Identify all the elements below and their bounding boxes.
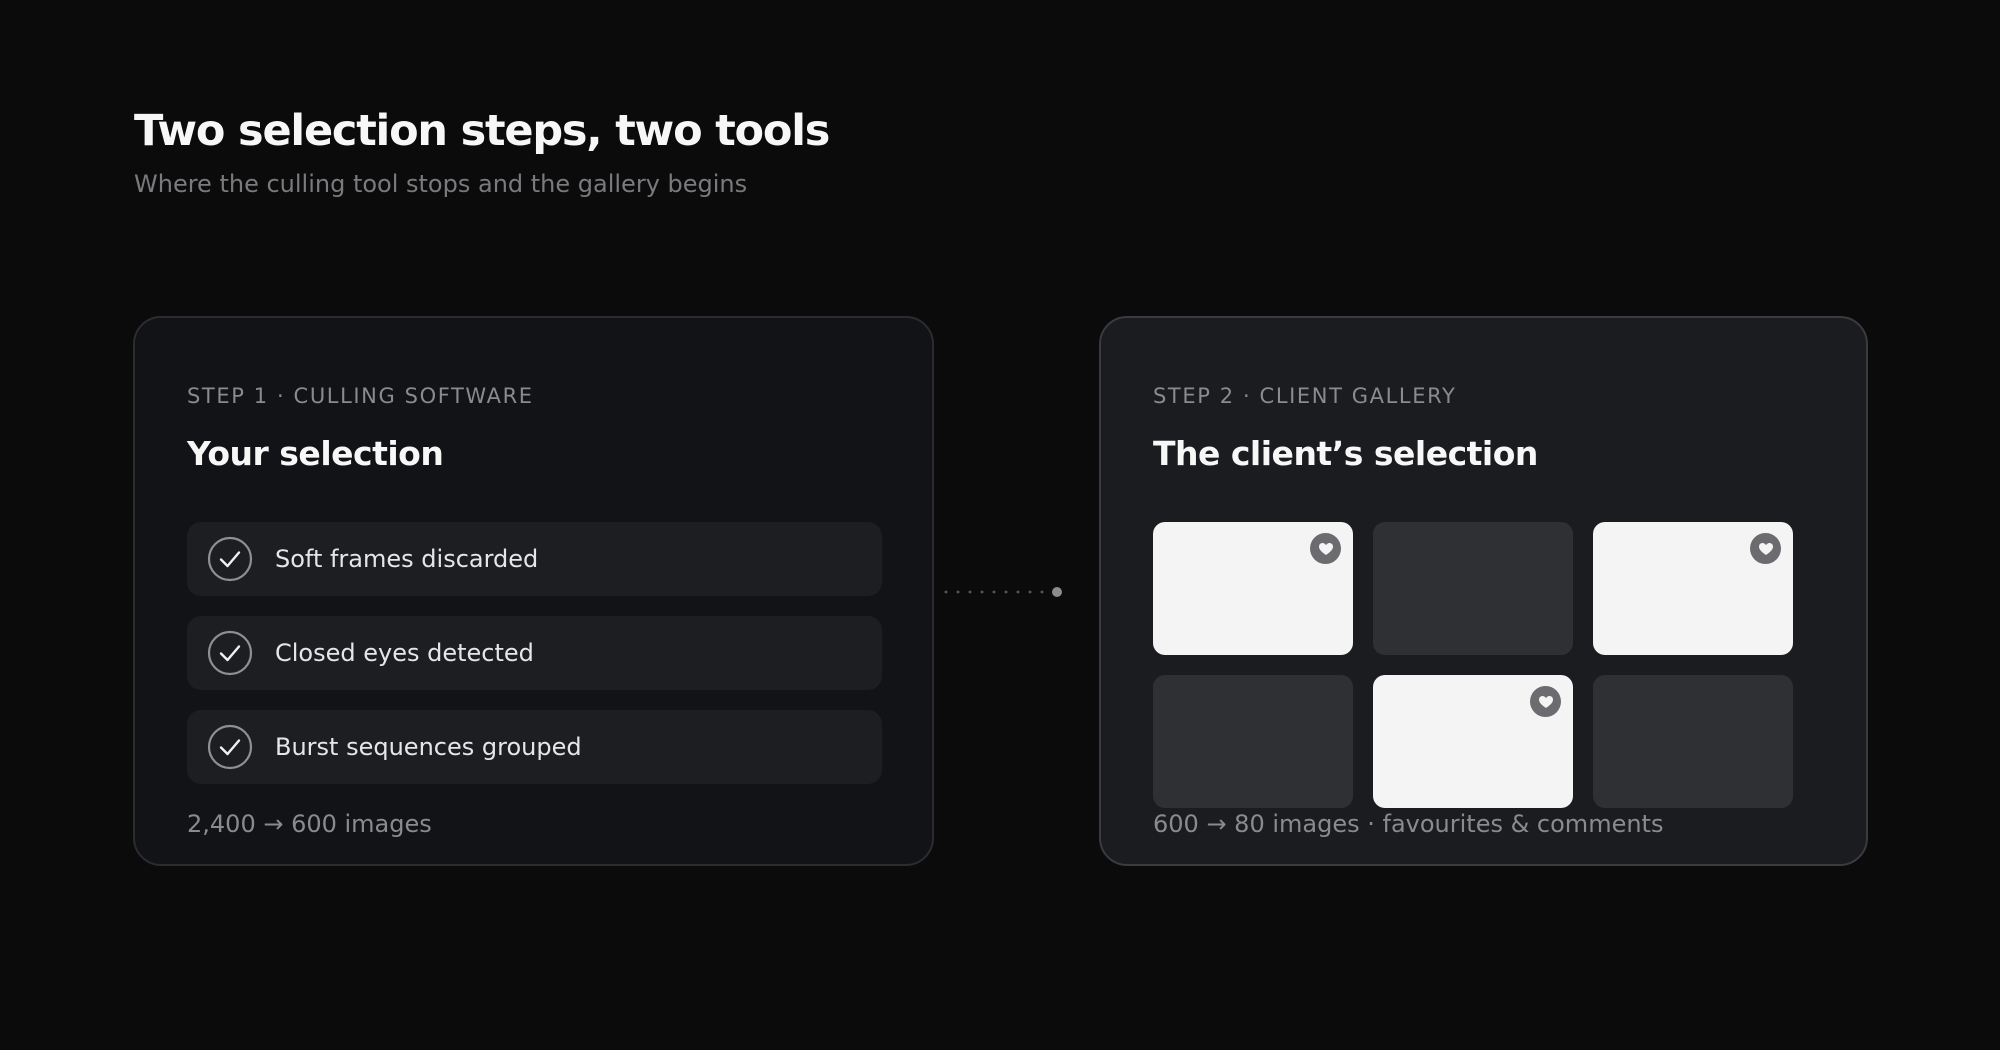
step2-card: STEP 2 · CLIENT GALLERY The client’s sel…: [1099, 316, 1868, 866]
check-item: Closed eyes detected: [187, 616, 882, 690]
step2-title: The client’s selection: [1153, 434, 1538, 473]
heart-icon: [1318, 542, 1333, 555]
heart-icon: [1538, 695, 1553, 708]
gallery-thumbnail[interactable]: [1373, 675, 1573, 808]
step1-title: Your selection: [187, 434, 444, 473]
step2-stat: 600 → 80 images · favourites & comments: [1153, 810, 1664, 838]
page-subtitle: Where the culling tool stops and the gal…: [134, 170, 748, 198]
dotted-connector: [944, 587, 1062, 597]
step1-card: STEP 1 · CULLING SOFTWARE Your selection…: [133, 316, 934, 866]
check-list: Soft frames discarded Closed eyes detect…: [187, 522, 882, 804]
page-title: Two selection steps, two tools: [134, 106, 830, 156]
check-item: Soft frames discarded: [187, 522, 882, 596]
gallery-grid: [1153, 522, 1793, 808]
check-item-label: Soft frames discarded: [275, 545, 539, 573]
gallery-thumbnail[interactable]: [1593, 522, 1793, 655]
gallery-thumbnail[interactable]: [1153, 522, 1353, 655]
header: Two selection steps, two tools Where the…: [134, 104, 830, 200]
step2-eyebrow: STEP 2 · CLIENT GALLERY: [1153, 384, 1457, 408]
check-circle-icon: [207, 536, 253, 582]
check-circle-icon: [207, 724, 253, 770]
check-item-label: Closed eyes detected: [275, 639, 534, 667]
favourite-badge[interactable]: [1750, 533, 1781, 564]
check-circle-icon: [207, 630, 253, 676]
step1-eyebrow: STEP 1 · CULLING SOFTWARE: [187, 384, 534, 408]
check-item: Burst sequences grouped: [187, 710, 882, 784]
favourite-badge[interactable]: [1530, 686, 1561, 717]
gallery-thumbnail[interactable]: [1593, 675, 1793, 808]
gallery-thumbnail[interactable]: [1373, 522, 1573, 655]
step1-stat: 2,400 → 600 images: [187, 810, 432, 838]
heart-icon: [1758, 542, 1773, 555]
gallery-thumbnail[interactable]: [1153, 675, 1353, 808]
favourite-badge[interactable]: [1310, 533, 1341, 564]
check-item-label: Burst sequences grouped: [275, 733, 582, 761]
